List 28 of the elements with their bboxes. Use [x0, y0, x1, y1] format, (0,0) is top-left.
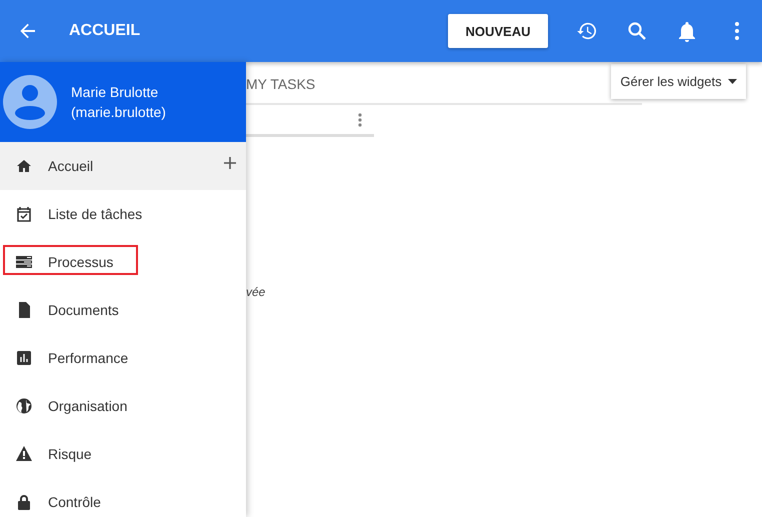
- menu-item[interactable]: Performance: [0, 334, 246, 382]
- menu-item[interactable]: Risque: [0, 430, 246, 478]
- globe-icon: [14, 396, 34, 416]
- manage-widgets-button[interactable]: Gérer les widgets: [611, 64, 746, 99]
- back-arrow-icon[interactable]: [20, 23, 36, 39]
- menu-item[interactable]: Processus: [0, 238, 246, 286]
- tab[interactable]: MY TASKS: [246, 76, 316, 92]
- menu-item[interactable]: Organisation: [0, 382, 246, 430]
- menu-item[interactable]: Contrôle: [0, 478, 246, 517]
- more-options-icon[interactable]: [358, 112, 362, 126]
- history-icon[interactable]: [577, 22, 597, 40]
- menu-item[interactable]: Liste de tâches: [0, 190, 246, 238]
- user-login: (marie.brulotte): [71, 103, 166, 122]
- avatar-icon: [3, 75, 57, 129]
- search-icon[interactable]: [628, 22, 646, 40]
- calendar-check-icon: [14, 204, 34, 224]
- menu-item[interactable]: Accueil: [0, 142, 246, 190]
- caret-icon: [728, 79, 737, 84]
- bell-icon[interactable]: [678, 20, 696, 42]
- bar-chart-icon: [14, 348, 34, 368]
- page-title: ACCUEIL: [69, 22, 142, 40]
- menu-item[interactable]: Documents: [0, 286, 246, 334]
- new-button[interactable]: NOUVEAU: [448, 14, 548, 48]
- user-name: Marie Brulotte: [71, 83, 160, 102]
- more-options-icon[interactable]: [735, 22, 739, 40]
- plus-icon[interactable]: [224, 157, 236, 169]
- message-text: vée: [246, 285, 266, 299]
- warning-icon: [14, 444, 34, 464]
